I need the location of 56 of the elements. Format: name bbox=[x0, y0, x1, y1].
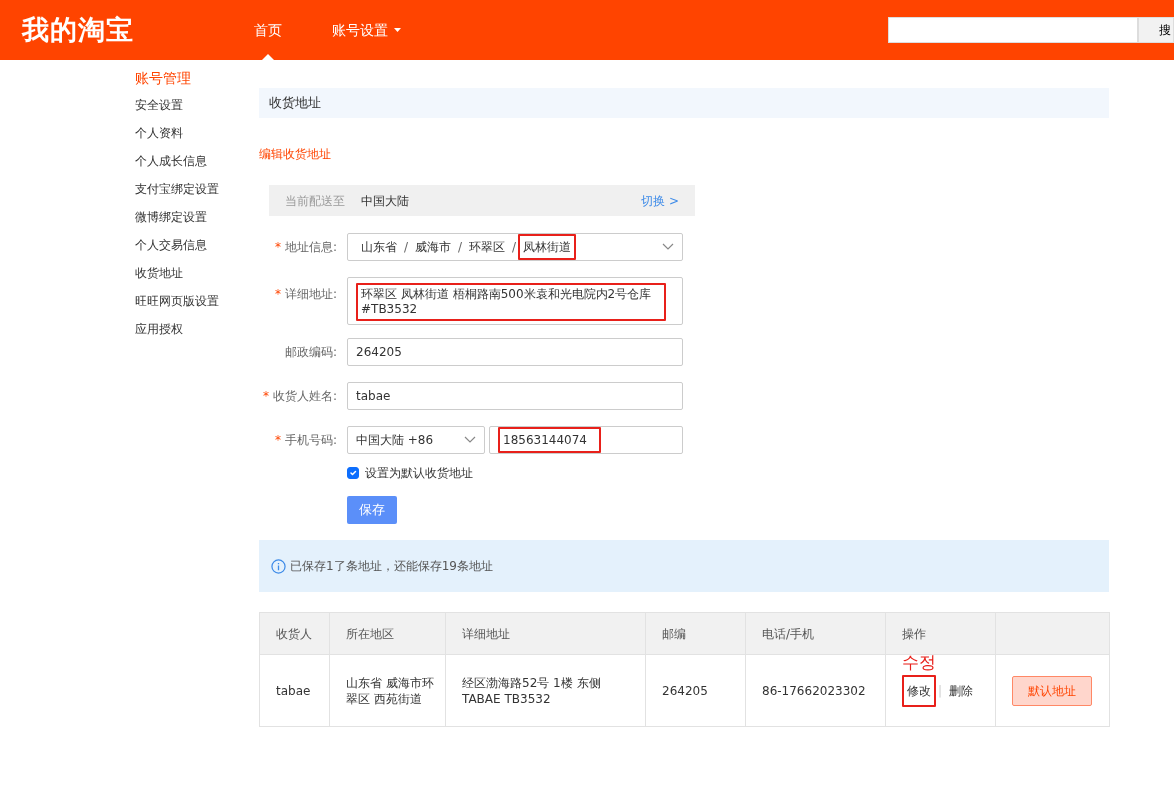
sidebar-item[interactable]: 应用授权 bbox=[135, 321, 259, 349]
table-cell: 86-17662023302 bbox=[745, 654, 886, 727]
region-select[interactable]: 山东省 / 威海市 / 环翠区 / 凤林街道 bbox=[347, 233, 683, 261]
info-icon bbox=[271, 558, 286, 574]
table-cell: tabae bbox=[259, 654, 330, 727]
table-cell: 264205 bbox=[645, 654, 746, 727]
sidebar-title: 账号管理 bbox=[135, 69, 192, 88]
column-header: 操作 bbox=[885, 612, 996, 655]
column-header: 收货人 bbox=[259, 612, 330, 655]
delete-link[interactable]: 删除 bbox=[944, 674, 979, 707]
chevron-down-icon bbox=[662, 243, 674, 251]
field-label: 详细地址: bbox=[284, 287, 337, 301]
name-input[interactable]: tabae bbox=[347, 382, 683, 410]
separator: / bbox=[458, 239, 463, 256]
edit-address-link[interactable]: 编辑收货地址 bbox=[259, 145, 331, 163]
field-label: 收货人姓名: bbox=[272, 389, 337, 403]
sidebar-item[interactable]: 收货地址 bbox=[135, 265, 259, 293]
sidebar-item[interactable]: 旺旺网页版设置 bbox=[135, 293, 259, 321]
notice-text: 已保存1了条地址，还能保存19条地址 bbox=[290, 558, 493, 575]
postcode-input[interactable]: 264205 bbox=[347, 338, 683, 366]
separator: / bbox=[512, 239, 517, 256]
address-textarea[interactable]: 环翠区 凤林街道 梧桐路南500米袁和光电院内2号仓库 #TB3532 bbox=[347, 277, 683, 325]
sidebar-item[interactable]: 微博绑定设置 bbox=[135, 209, 259, 237]
required-mark: * bbox=[274, 240, 281, 254]
sidebar-item[interactable]: 个人资料 bbox=[135, 125, 259, 153]
sidebar-item[interactable]: 支付宝绑定设置 bbox=[135, 181, 259, 209]
field-label: 地址信息: bbox=[284, 240, 337, 254]
separator: / bbox=[404, 239, 409, 256]
search-button[interactable]: 搜 bbox=[1138, 17, 1174, 43]
chevron-down-icon bbox=[464, 436, 476, 444]
column-header: 邮编 bbox=[645, 612, 746, 655]
required-mark: * bbox=[274, 287, 281, 301]
logo: 我的淘宝 bbox=[22, 12, 135, 47]
required-mark: * bbox=[274, 433, 281, 447]
sidebar-item[interactable]: 个人交易信息 bbox=[135, 237, 259, 265]
delivery-value: 中国大陆 bbox=[361, 192, 409, 210]
table-cell: 山东省 威海市环翠区 西苑街道 bbox=[329, 654, 446, 727]
page-title: 收货地址 bbox=[259, 88, 1109, 118]
phone-input[interactable]: 18563144074 bbox=[489, 426, 683, 454]
field-label: 手机号码: bbox=[284, 433, 337, 447]
separator: | bbox=[938, 683, 943, 698]
column-header: 所在地区 bbox=[329, 612, 446, 655]
table-cell: 经区渤海路52号 1楼 东侧 TABAE TB3532 bbox=[445, 654, 646, 727]
column-header: 电话/手机 bbox=[745, 612, 886, 655]
checkbox-label: 设置为默认收货地址 bbox=[365, 465, 473, 482]
sidebar-item[interactable]: 安全设置 bbox=[135, 97, 259, 125]
column-header: 详细地址 bbox=[445, 612, 646, 655]
delivery-label: 当前配送至 bbox=[285, 192, 345, 210]
search-field[interactable] bbox=[888, 17, 1138, 43]
sidebar-item[interactable]: 个人成长信息 bbox=[135, 153, 259, 181]
country-select[interactable]: 中国大陆 +86 bbox=[347, 426, 485, 454]
required-mark: * bbox=[262, 389, 269, 403]
edit-link[interactable]: 修改 bbox=[902, 674, 936, 707]
annotation-text: 수정 bbox=[902, 653, 936, 670]
default-checkbox[interactable] bbox=[347, 467, 359, 479]
field-label: 邮政编码: bbox=[284, 345, 337, 359]
